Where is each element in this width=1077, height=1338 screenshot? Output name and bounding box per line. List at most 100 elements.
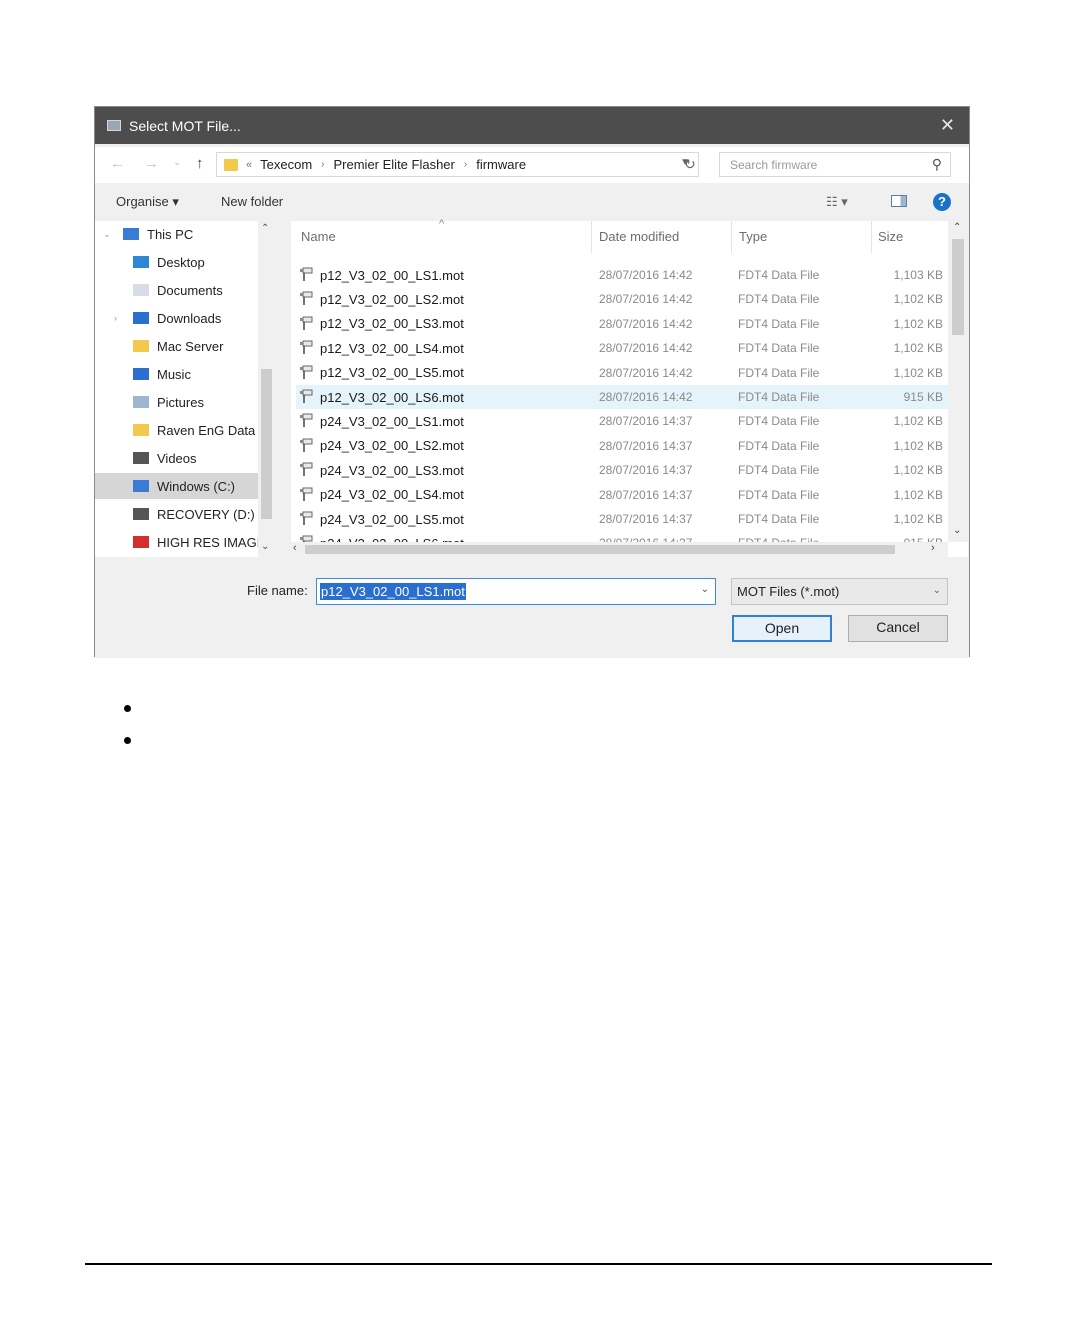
file-size: 1,102 KB	[893, 438, 943, 453]
preview-pane-icon[interactable]	[891, 195, 907, 207]
recent-locations-icon[interactable]: ⌄	[173, 157, 181, 168]
file-type: FDT4 Data File	[738, 316, 820, 331]
column-header-date[interactable]: Date modified	[599, 229, 679, 244]
view-options-icon[interactable]: ☷ ▾	[826, 194, 848, 210]
scroll-down-icon[interactable]: ⌄	[261, 541, 269, 552]
nav-item[interactable]: RECOVERY (D:)	[95, 501, 258, 527]
column-divider[interactable]	[731, 221, 732, 253]
footer-divider	[85, 1263, 992, 1265]
file-type: FDT4 Data File	[738, 390, 820, 404]
bullet-point	[124, 705, 131, 712]
breadcrumb-overflow[interactable]: «	[246, 159, 252, 171]
mot-file-icon	[299, 487, 314, 502]
drive-icon	[133, 480, 149, 492]
forward-arrow-icon[interactable]: →	[144, 155, 159, 172]
scroll-left-icon[interactable]: ‹	[293, 542, 297, 554]
file-name: p12_V3_02_00_LS6.mot	[320, 389, 464, 405]
file-row[interactable]: p24_V3_02_00_LS2.mot 28/07/2016 14:37 FDT4…	[296, 434, 948, 458]
chevron-down-icon[interactable]: ⌄	[933, 585, 941, 596]
file-list-horizontal-scrollbar[interactable]: ‹ ›	[291, 542, 948, 557]
file-type: FDT4 Data File	[738, 365, 820, 380]
file-row[interactable]: p12_V3_02_00_LS1.mot 28/07/2016 14:42 FDT4…	[296, 263, 948, 287]
open-button[interactable]: Open	[732, 615, 832, 642]
back-arrow-icon[interactable]: ←	[110, 155, 125, 172]
chevron-right-icon[interactable]: ›	[114, 313, 117, 323]
column-header-size[interactable]: Size	[878, 229, 903, 244]
file-row[interactable]: p12_V3_02_00_LS5.mot 28/07/2016 14:42 FDT4…	[296, 361, 948, 385]
up-arrow-icon[interactable]: ↑	[196, 155, 204, 172]
file-name-value[interactable]: p12_V3_02_00_LS1.mot	[320, 583, 466, 600]
scrollbar-thumb[interactable]	[305, 545, 895, 554]
scroll-right-icon[interactable]: ›	[931, 542, 935, 554]
mot-file-icon	[299, 291, 314, 306]
chevron-down-icon[interactable]: ⌄	[701, 584, 709, 595]
file-row[interactable]: p12_V3_02_00_LS3.mot 28/07/2016 14:42 FDT4…	[296, 312, 948, 336]
address-bar[interactable]: « Texecom › Premier Elite Flasher › firm…	[216, 152, 699, 177]
nav-item[interactable]: Documents	[95, 277, 258, 303]
scroll-down-icon[interactable]: ⌄	[953, 525, 961, 536]
column-header-name[interactable]: Name	[301, 229, 336, 244]
nav-item[interactable]: ⌄ This PC	[95, 221, 258, 247]
sort-ascending-icon: ^	[439, 218, 445, 230]
scroll-up-icon[interactable]: ⌃	[261, 223, 269, 234]
dialog-titlebar[interactable]: Select MOT File... ✕	[95, 107, 969, 144]
file-name: p12_V3_02_00_LS2.mot	[320, 291, 464, 307]
file-type-select[interactable]: MOT Files (*.mot) ⌄	[731, 578, 948, 605]
chevron-right-icon[interactable]: ›	[464, 159, 467, 170]
file-type: FDT4 Data File	[738, 438, 820, 453]
nav-scrollbar[interactable]: ⌃ ⌄	[258, 221, 275, 557]
file-size: 1,102 KB	[893, 292, 943, 307]
nav-item-label: Music	[157, 366, 191, 382]
music-icon	[133, 368, 149, 380]
chevron-right-icon[interactable]: ›	[321, 159, 324, 170]
search-icon[interactable]: ⚲	[932, 156, 942, 173]
file-row[interactable]: p12_V3_02_00_LS4.mot 28/07/2016 14:42 FDT4…	[296, 336, 948, 360]
file-type: FDT4 Data File	[738, 487, 820, 502]
app-icon	[107, 120, 121, 131]
column-header-type[interactable]: Type	[739, 229, 767, 244]
help-icon[interactable]: ?	[933, 193, 951, 211]
mot-file-icon	[299, 462, 314, 477]
nav-item[interactable]: › Downloads	[95, 305, 258, 331]
breadcrumb-item[interactable]: firmware	[476, 157, 526, 172]
nav-item[interactable]: Pictures	[95, 389, 258, 415]
nav-item-label: Pictures	[157, 394, 204, 410]
nav-item[interactable]: Raven EnG Data	[95, 417, 258, 443]
file-row[interactable]: p24_V3_02_00_LS4.mot 28/07/2016 14:37 FDT4…	[296, 483, 948, 507]
file-row[interactable]: p12_V3_02_00_LS6.mot 28/07/2016 14:42 FDT4…	[296, 385, 948, 409]
scrollbar-thumb[interactable]	[952, 239, 964, 335]
file-date-modified: 28/07/2016 14:42	[599, 341, 693, 356]
file-list-vertical-scrollbar[interactable]: ⌃ ⌄	[948, 221, 968, 542]
nav-item[interactable]: Mac Server	[95, 333, 258, 359]
file-row[interactable]: p24_V3_02_00_LS5.mot 28/07/2016 14:37 FDT4…	[296, 507, 948, 531]
file-row[interactable]: p24_V3_02_00_LS1.mot 28/07/2016 14:37 FDT4…	[296, 409, 948, 433]
file-selection-bar: File name: p12_V3_02_00_LS1.mot ⌄ MOT Fi…	[95, 559, 969, 658]
file-type: FDT4 Data File	[738, 292, 820, 307]
scroll-up-icon[interactable]: ⌃	[953, 222, 961, 233]
nav-item[interactable]: Desktop	[95, 249, 258, 275]
chevron-down-icon[interactable]: ⌄	[103, 229, 111, 240]
file-name-field[interactable]: p12_V3_02_00_LS1.mot ⌄	[316, 578, 716, 605]
breadcrumb-item[interactable]: Premier Elite Flasher	[334, 157, 455, 172]
close-icon[interactable]: ✕	[940, 115, 955, 136]
dialog-title: Select MOT File...	[129, 117, 241, 134]
search-input[interactable]: Search firmware ⚲	[719, 152, 951, 177]
nav-item[interactable]: HIGH RES IMAGI	[95, 529, 260, 555]
file-size: 1,102 KB	[893, 414, 943, 429]
cancel-button[interactable]: Cancel	[848, 615, 948, 642]
nav-item[interactable]: Windows (C:)	[95, 473, 258, 499]
organise-button[interactable]: Organise ▾	[116, 194, 179, 210]
videos-icon	[133, 452, 149, 464]
column-divider[interactable]	[591, 221, 592, 253]
file-name: p24_V3_02_00_LS3.mot	[320, 462, 464, 478]
nav-item[interactable]: Music	[95, 361, 258, 387]
new-folder-button[interactable]: New folder	[221, 194, 283, 209]
file-date-modified: 28/07/2016 14:37	[599, 414, 693, 429]
file-row[interactable]: p12_V3_02_00_LS2.mot 28/07/2016 14:42 FDT4…	[296, 287, 948, 311]
breadcrumb-item[interactable]: Texecom	[260, 157, 312, 172]
file-row[interactable]: p24_V3_02_00_LS3.mot 28/07/2016 14:37 FDT4…	[296, 458, 948, 482]
column-divider[interactable]	[871, 221, 872, 253]
scrollbar-thumb[interactable]	[261, 369, 272, 519]
refresh-icon[interactable]: ↻	[684, 156, 696, 173]
nav-item[interactable]: Videos	[95, 445, 258, 471]
